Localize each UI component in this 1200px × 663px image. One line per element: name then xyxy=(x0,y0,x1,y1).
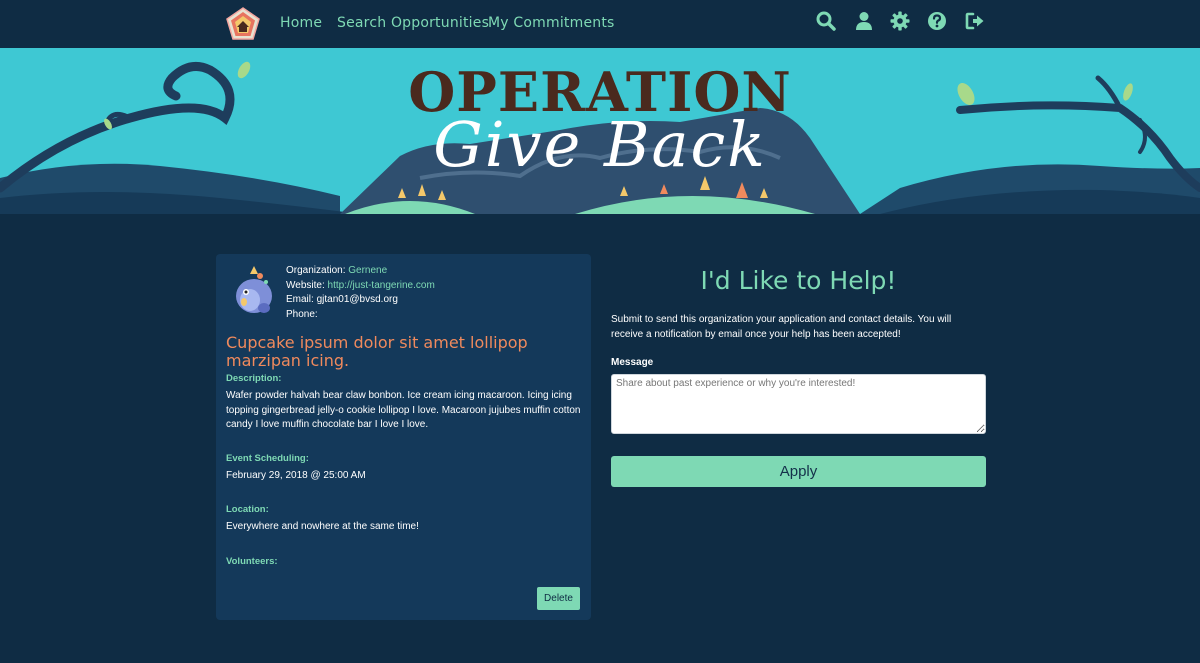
organization-avatar xyxy=(236,266,272,313)
event-title: Cupcake ipsum dolor sit amet lollipop ma… xyxy=(226,333,528,370)
website-label: Website: xyxy=(286,279,325,291)
apply-button[interactable]: Apply xyxy=(611,456,986,487)
hero-banner: OPERATION Give Back xyxy=(0,48,1200,214)
email-label: Email: xyxy=(286,294,314,305)
description-text: Wafer powder halvah bear claw bonbon. Ic… xyxy=(226,390,581,430)
organization-name-link[interactable]: Gernene xyxy=(348,265,387,276)
email-row: Email: gjtan01@bvsd.org xyxy=(286,293,435,308)
description-label: Description: xyxy=(226,373,282,384)
email-value: gjtan01@bvsd.org xyxy=(316,294,398,305)
help-form-title: I'd Like to Help! xyxy=(700,266,897,295)
phone-label: Phone: xyxy=(286,308,318,320)
app-logo-icon[interactable] xyxy=(226,7,260,41)
banner-subtitle: Give Back xyxy=(433,108,767,181)
gear-icon[interactable] xyxy=(890,11,910,31)
help-icon[interactable] xyxy=(927,11,947,31)
organization-row: Organization: Gernene xyxy=(286,264,435,279)
logout-icon[interactable] xyxy=(965,11,985,31)
nav-search-opportunities-link[interactable]: Search Opportunities xyxy=(337,15,489,31)
event-scheduling-value: February 29, 2018 @ 25:00 AM xyxy=(226,470,366,481)
location-label: Location: xyxy=(226,504,269,515)
user-icon[interactable] xyxy=(854,11,874,31)
message-label: Message xyxy=(611,357,654,368)
nav-my-commitments-link[interactable]: My Commitments xyxy=(488,15,615,31)
volunteers-label: Volunteers: xyxy=(226,556,278,567)
organization-details: Organization: Gernene Website: http://ju… xyxy=(286,264,435,322)
website-link[interactable]: http://just-tangerine.com xyxy=(328,280,435,291)
location-value: Everywhere and nowhere at the same time! xyxy=(226,521,419,532)
help-form-description: Submit to send this organization your ap… xyxy=(611,314,952,340)
opportunity-card: Organization: Gernene Website: http://ju… xyxy=(216,254,591,620)
message-textarea[interactable] xyxy=(611,374,986,434)
website-row: Website: http://just-tangerine.com xyxy=(286,279,435,294)
top-navbar: Home Search Opportunities My Commitments xyxy=(0,0,1200,48)
search-icon[interactable] xyxy=(816,11,836,31)
nav-home-link[interactable]: Home xyxy=(280,15,322,31)
organization-label: Organization: xyxy=(286,265,346,276)
delete-button[interactable]: Delete xyxy=(537,587,580,610)
phone-row: Phone: xyxy=(286,308,435,323)
event-scheduling-label: Event Scheduling: xyxy=(226,453,309,464)
